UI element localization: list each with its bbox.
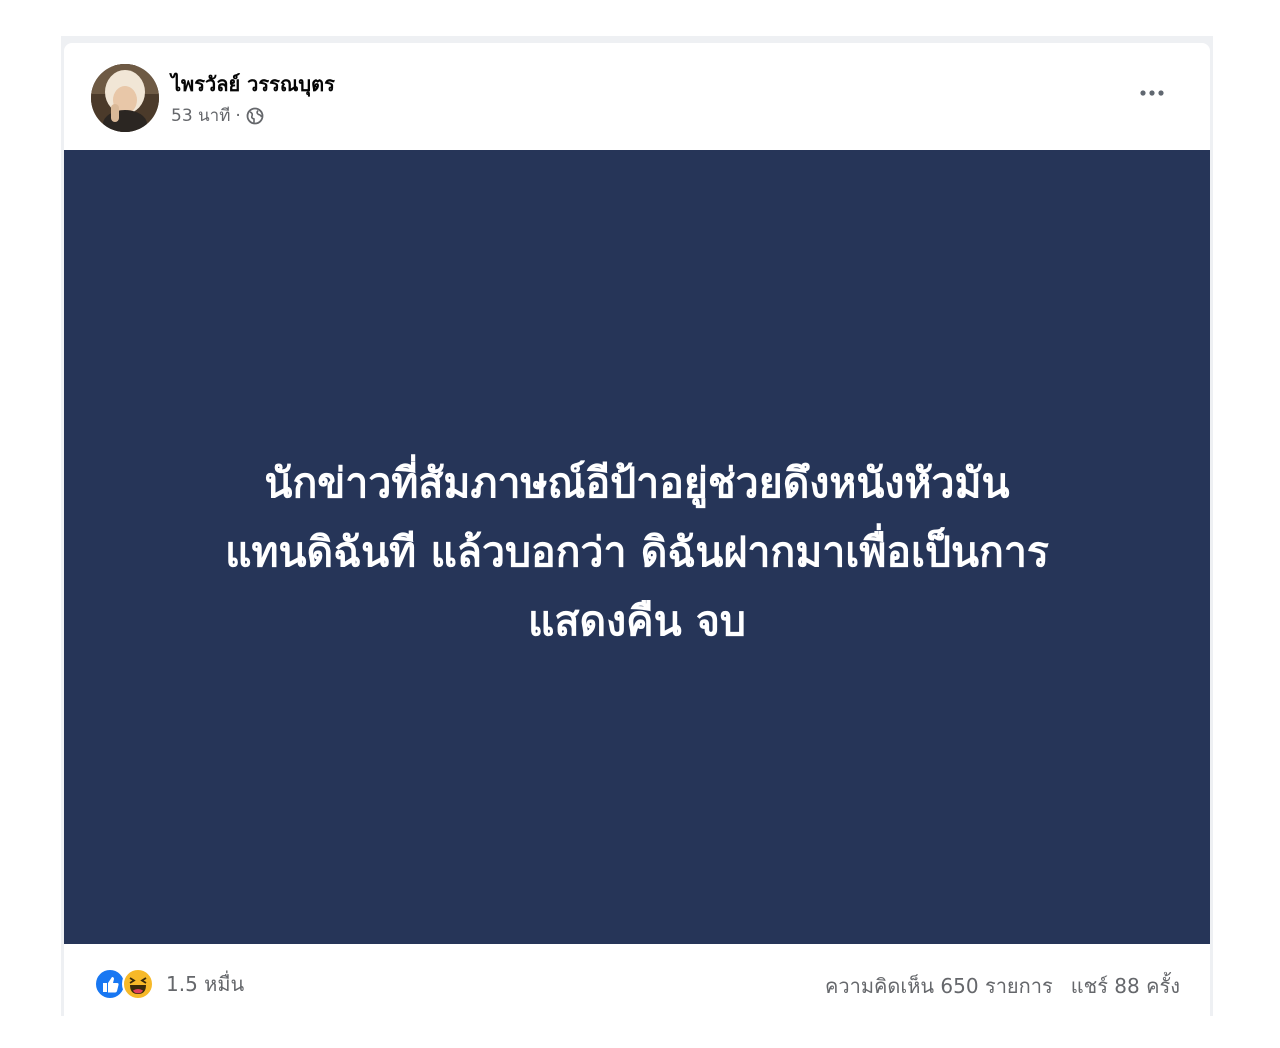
avatar-image bbox=[91, 64, 159, 132]
author-name[interactable]: ไพรวัลย์ วรรณบุตร bbox=[171, 68, 335, 100]
post-meta: 53 นาที · bbox=[171, 102, 264, 129]
post-footer: 1.5 หมื่น ความคิดเห็น 650 รายการ แชร์ 88… bbox=[64, 944, 1210, 1016]
image-text: นักข่าวที่สัมภาษณ์อีป้าอยู่ช่วยดึงหนังหั… bbox=[225, 449, 1049, 656]
post-image[interactable]: นักข่าวที่สัมภาษณ์อีป้าอยู่ช่วยดึงหนังหั… bbox=[64, 150, 1210, 944]
comments-count[interactable]: ความคิดเห็น 650 รายการ bbox=[825, 970, 1053, 1002]
reaction-icons bbox=[94, 968, 158, 1000]
more-horizontal-icon bbox=[1140, 90, 1164, 96]
image-text-line: แทนดิฉันที แล้วบอกว่า ดิฉันฝากมาเพื่อเป็… bbox=[225, 527, 1049, 576]
reaction-count[interactable]: 1.5 หมื่น bbox=[166, 968, 244, 1000]
post-time[interactable]: 53 นาที bbox=[171, 102, 230, 129]
post-header: ไพรวัลย์ วรรณบุตร 53 นาที · bbox=[64, 43, 1210, 150]
more-options-button[interactable] bbox=[1132, 79, 1172, 107]
globe-icon[interactable] bbox=[246, 107, 264, 125]
post-card: ไพรวัลย์ วรรณบุตร 53 นาที · นักข่าวที่สั… bbox=[64, 43, 1210, 1016]
engagement-stats: ความคิดเห็น 650 รายการ แชร์ 88 ครั้ง bbox=[825, 970, 1180, 1002]
stats-spacer bbox=[1053, 970, 1071, 1002]
shares-count[interactable]: แชร์ 88 ครั้ง bbox=[1071, 970, 1180, 1002]
haha-icon bbox=[122, 968, 154, 1000]
image-text-line: นักข่าวที่สัมภาษณ์อีป้าอยู่ช่วยดึงหนังหั… bbox=[264, 458, 1010, 507]
reactions-summary[interactable]: 1.5 หมื่น bbox=[94, 968, 244, 1000]
meta-separator: · bbox=[235, 105, 241, 126]
author-avatar[interactable] bbox=[91, 64, 159, 132]
image-text-line: แสดงคืน จบ bbox=[528, 596, 746, 645]
